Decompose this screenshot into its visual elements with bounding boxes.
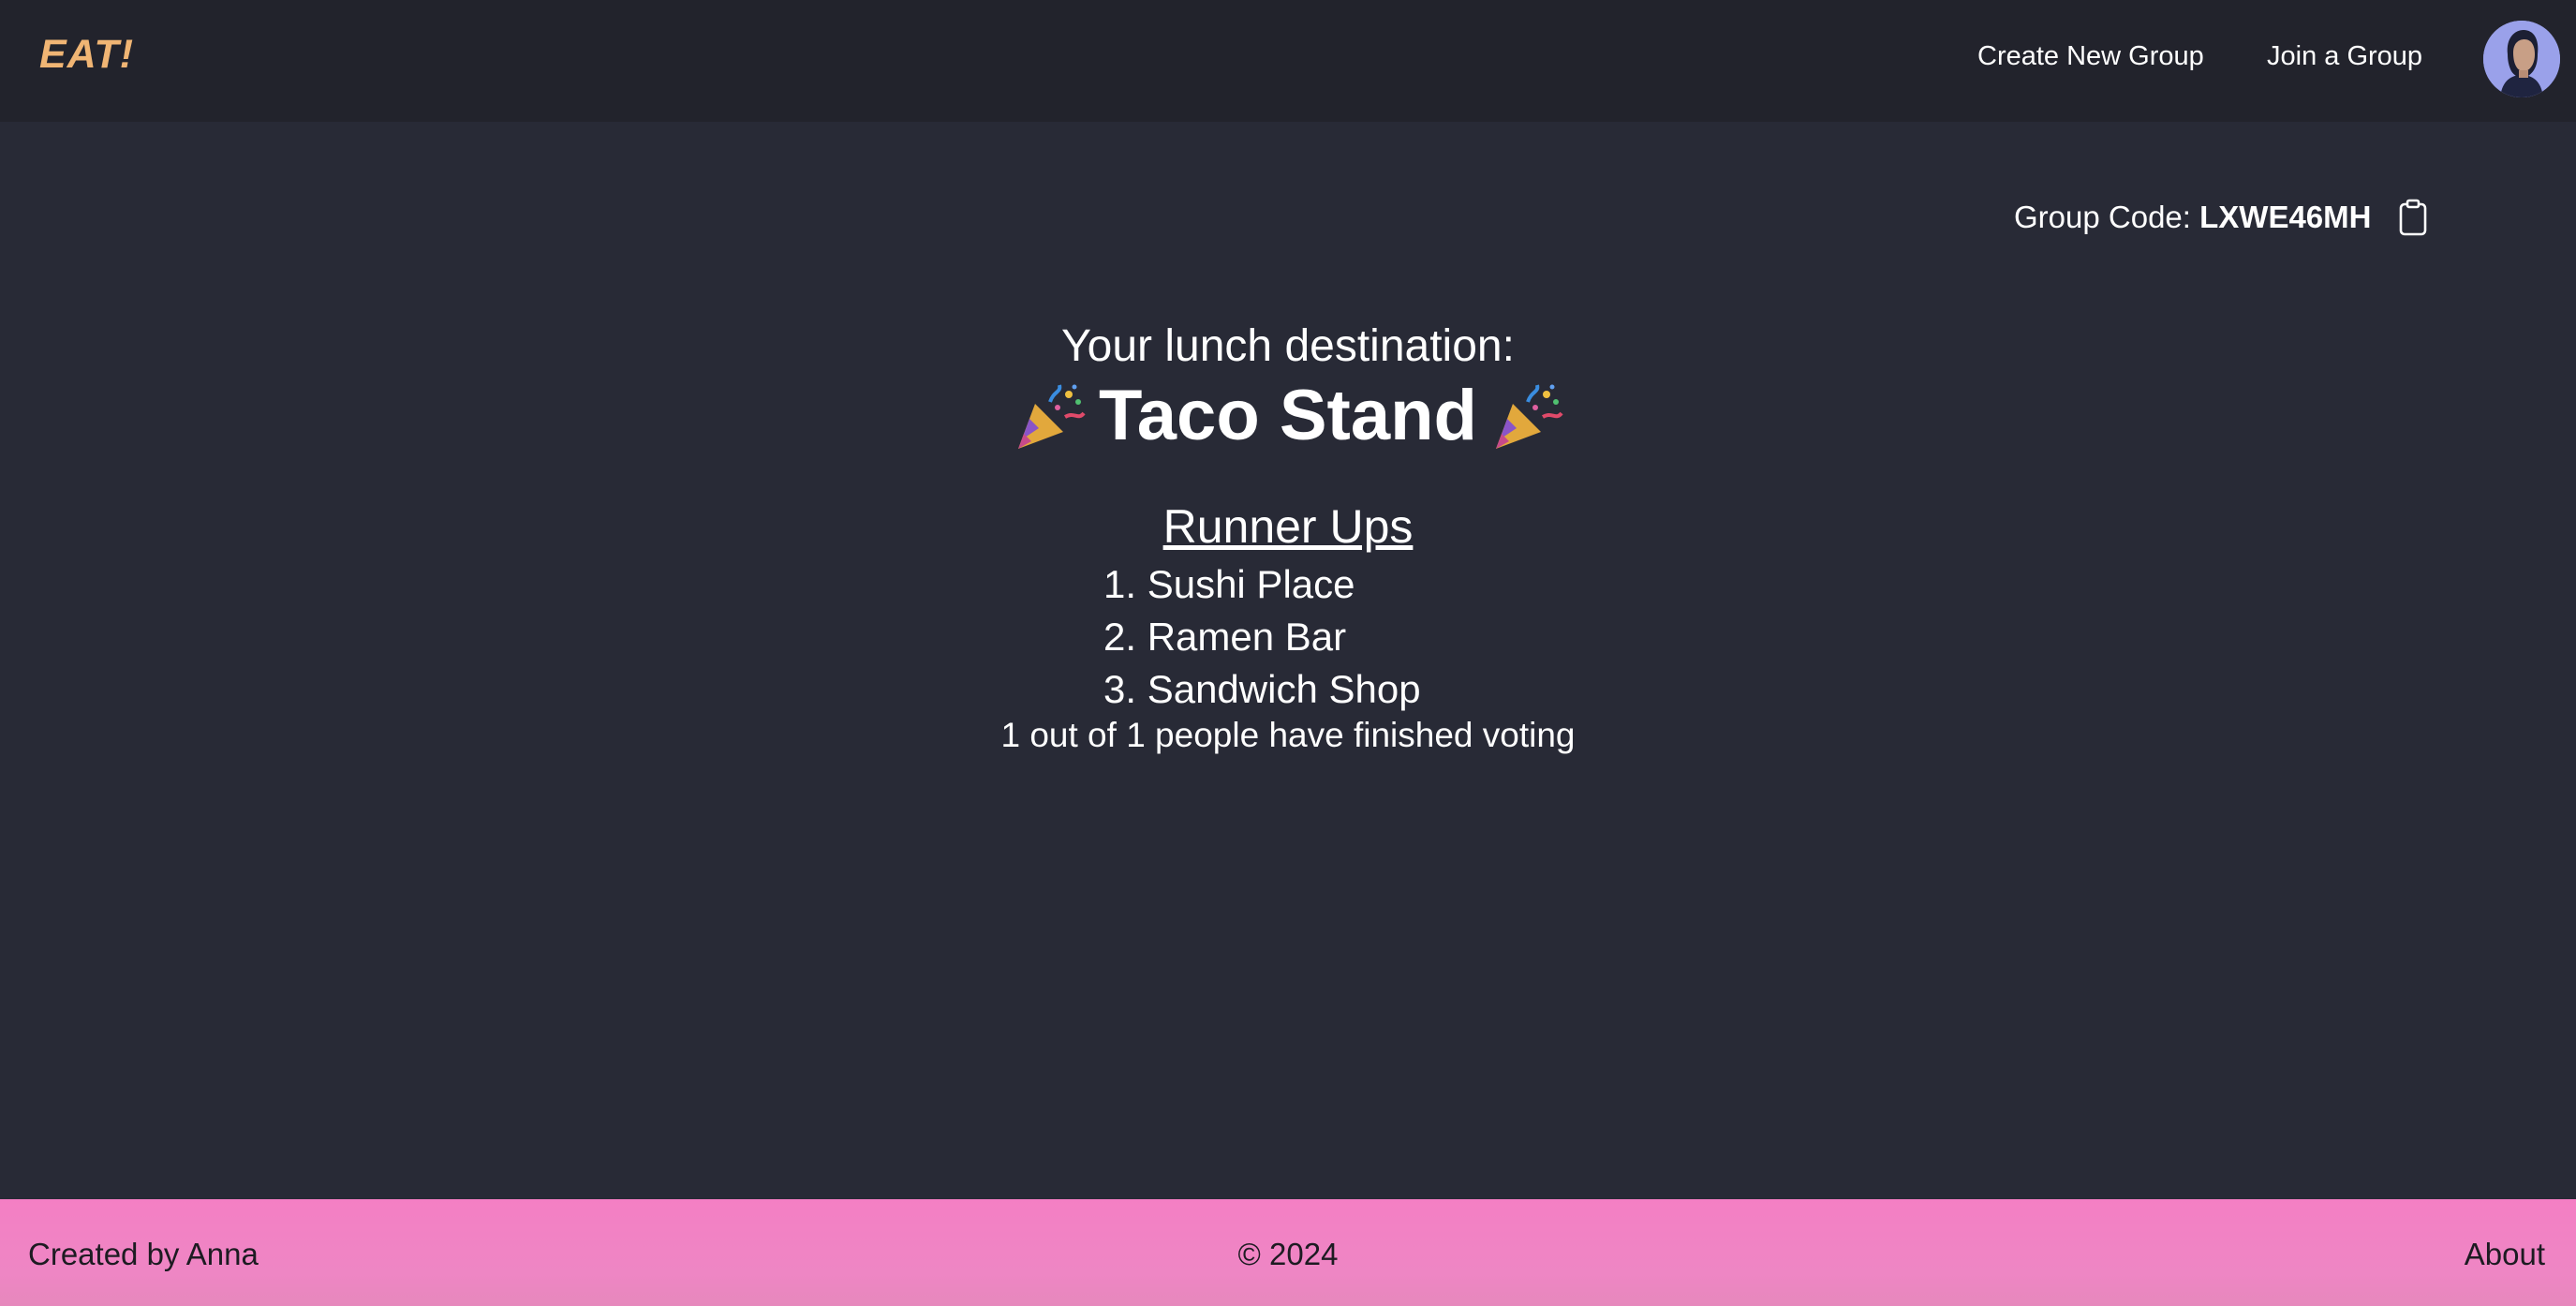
join-group-link[interactable]: Join a Group [2267,41,2422,72]
page: EAT! Create New Group Join a Group Group… [0,0,2576,1306]
footer: Created by Anna © 2024 About [0,1199,2576,1306]
runner-up-item: 2. Ramen Bar [1103,615,1347,659]
destination-heading: Your lunch destination: [1061,321,1515,371]
party-popper-icon [1490,379,1563,453]
avatar-portrait-icon [2483,21,2560,97]
group-code-label: Group Code: [2014,200,2191,234]
runner-up-item: 1. Sushi Place [1103,562,1355,606]
app-logo[interactable]: EAT! [39,32,134,78]
group-code-value: LXWE46MH [2199,200,2372,234]
copy-code-button[interactable] [2398,199,2428,236]
group-code: Group Code: LXWE46MH [2014,200,2371,235]
winner-name: Taco Stand [1099,376,1477,455]
runner-up-item: 3. Sandwich Shop [1103,667,1421,711]
runner-ups-title: Runner Ups [1162,500,1414,553]
footer-copyright: © 2024 [1237,1237,1339,1271]
clipboard-icon [2399,199,2427,236]
user-avatar[interactable] [2483,21,2560,97]
runner-ups-list: 1. Sushi Place 2. Ramen Bar 3. Sandwich … [1103,558,1421,716]
party-popper-icon [1013,379,1086,453]
navbar: EAT! Create New Group Join a Group [0,0,2576,122]
voting-status: 1 out of 1 people have finished voting [1000,716,1576,754]
winner-row: Taco Stand [0,375,2576,456]
create-new-group-link[interactable]: Create New Group [1977,41,2204,72]
about-link[interactable]: About [2465,1237,2545,1272]
